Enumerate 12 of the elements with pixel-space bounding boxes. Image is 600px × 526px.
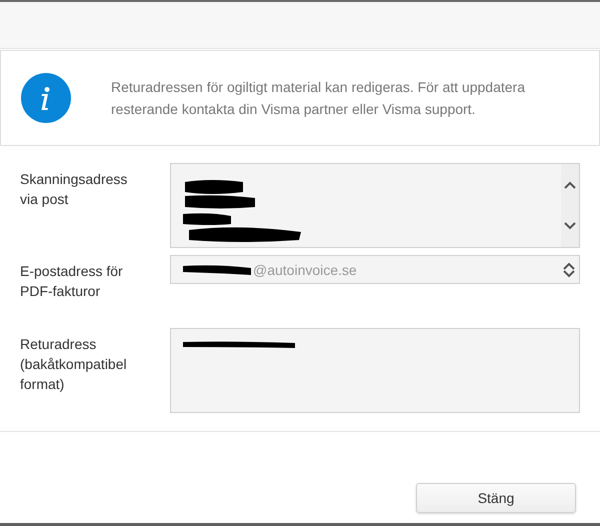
close-button[interactable]: Stäng bbox=[416, 483, 576, 513]
field-label: E-postadress för PDF-fakturor bbox=[20, 262, 124, 301]
field-label: Skanningsadress via post bbox=[20, 170, 128, 209]
scroll-up-icon[interactable] bbox=[564, 180, 576, 189]
info-icon bbox=[21, 73, 71, 123]
field-label: Returadress (bakåtkompatibel format) bbox=[20, 335, 128, 394]
info-message: Returadressen för ogiltigt material kan redigeras. För att uppdatera resterande kontakta din Visma partner eller Visma support. bbox=[111, 78, 526, 119]
text-field[interactable] bbox=[170, 328, 580, 413]
spin-up-icon[interactable] bbox=[563, 262, 575, 270]
spin-down-icon[interactable] bbox=[563, 270, 575, 278]
text-field[interactable] bbox=[170, 163, 580, 248]
scroll-down-icon[interactable] bbox=[564, 222, 576, 230]
